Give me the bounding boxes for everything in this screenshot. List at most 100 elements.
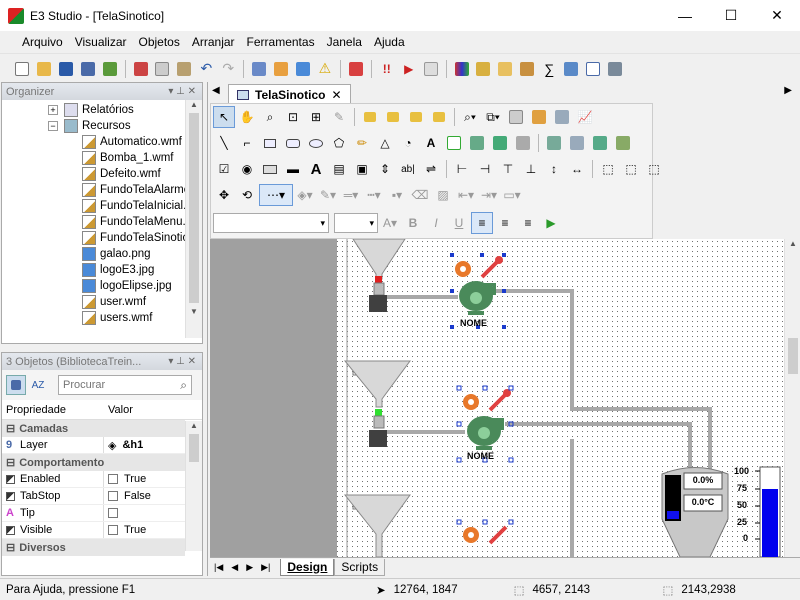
search-icon[interactable]: ⌕ xyxy=(180,378,187,393)
same-size-icon[interactable]: ⬚ xyxy=(643,158,665,180)
italic-icon[interactable]: I xyxy=(425,212,447,234)
book-icon[interactable] xyxy=(561,59,581,79)
tab-scripts[interactable]: Scripts xyxy=(334,558,386,576)
group-dropdown-icon[interactable]: ⧉▾ xyxy=(482,106,504,128)
menu-arquivo[interactable]: Arquivo xyxy=(16,35,69,49)
text-align-left-icon[interactable]: ≡ xyxy=(471,212,493,234)
save-all-icon[interactable] xyxy=(78,59,98,79)
run-script-icon[interactable]: ▶ xyxy=(540,212,562,234)
scroll-up-icon[interactable]: ▲ xyxy=(186,100,202,109)
run-icon[interactable] xyxy=(100,59,120,79)
shadow-icon[interactable]: ▪▾ xyxy=(386,184,408,206)
scroll-thumb[interactable] xyxy=(788,338,798,374)
font-color-icon[interactable]: A▾ xyxy=(379,212,401,234)
library-icon[interactable] xyxy=(452,59,472,79)
font-size-dropdown[interactable]: ▾ xyxy=(334,213,378,233)
zoom-dropdown-icon[interactable]: ⌕▾ xyxy=(459,106,481,128)
bold-icon[interactable]: B xyxy=(402,212,424,234)
property-value[interactable]: &h1 xyxy=(122,439,143,451)
checkbox[interactable] xyxy=(108,491,118,501)
stop-icon[interactable] xyxy=(421,59,441,79)
scroll-tool-icon[interactable]: ⇌ xyxy=(420,158,442,180)
close-button[interactable]: ✕ xyxy=(754,0,800,31)
sort-az-icon[interactable]: AZ xyxy=(28,375,48,395)
copy-icon[interactable] xyxy=(153,59,173,79)
pie-icon[interactable]: ◔ xyxy=(397,132,419,154)
border-icon[interactable]: ▭▾ xyxy=(501,184,523,206)
group-comportamento[interactable]: ⊟ Comportamento xyxy=(2,454,185,471)
undo-icon[interactable]: ↶ xyxy=(196,59,216,79)
connector-icon[interactable] xyxy=(589,132,611,154)
spin-tool-icon[interactable]: ⇕ xyxy=(374,158,396,180)
layers-icon[interactable] xyxy=(566,132,588,154)
library-object-icon[interactable] xyxy=(489,132,511,154)
align-left-icon[interactable]: ⊢ xyxy=(451,158,473,180)
align-top-icon[interactable]: ⊥ xyxy=(520,158,542,180)
forward-icon[interactable] xyxy=(405,106,427,128)
menu-objetos[interactable]: Objetos xyxy=(133,35,186,49)
arrow-start-icon[interactable]: ⇤▾ xyxy=(455,184,477,206)
zoom-fit-icon[interactable]: ⊡ xyxy=(282,106,304,128)
tree-item-file[interactable]: logoE3.jpg xyxy=(82,262,154,278)
tree-item-relatorios[interactable]: + Relatórios xyxy=(48,102,134,118)
close-tab-icon[interactable]: ✕ xyxy=(331,88,341,102)
pen-icon[interactable]: ✏ xyxy=(351,132,373,154)
line-style-icon[interactable]: ┅▾ xyxy=(363,184,385,206)
round-rect-icon[interactable] xyxy=(282,132,304,154)
list-tool-icon[interactable]: ▤ xyxy=(328,158,350,180)
display-icon[interactable] xyxy=(443,132,465,154)
combo-tool-icon[interactable]: ▣ xyxy=(351,158,373,180)
expand-icon[interactable]: + xyxy=(48,105,58,115)
ellipse-icon[interactable] xyxy=(305,132,327,154)
scroll-down-icon[interactable]: ▼ xyxy=(186,307,202,316)
property-row-tip[interactable]: A Tip xyxy=(2,505,185,522)
radio-tool-icon[interactable]: ◉ xyxy=(236,158,258,180)
domain-icon[interactable] xyxy=(474,59,494,79)
hopper-2[interactable] xyxy=(343,360,411,447)
align-center-icon[interactable]: ⊣ xyxy=(474,158,496,180)
design-canvas[interactable]: NOME NOME 0.0% 0.0°C 100 75 50 25 0 ▲ xyxy=(210,239,800,557)
tree-item-file[interactable]: FundoTelaSinotic xyxy=(82,230,188,246)
edit-points-icon[interactable]: ✎ xyxy=(328,106,350,128)
property-search-box[interactable]: ⌕ xyxy=(58,375,192,395)
align-right-icon[interactable]: ⊤ xyxy=(497,158,519,180)
fill-color-icon[interactable]: ◈▾ xyxy=(294,184,316,206)
group-diversos[interactable]: ⊟ Diversos xyxy=(2,539,185,556)
scroll-up-icon[interactable]: ▲ xyxy=(785,239,800,248)
open-icon[interactable] xyxy=(34,59,54,79)
new-icon[interactable] xyxy=(12,59,32,79)
tab-design[interactable]: Design xyxy=(280,558,335,576)
property-row-layer[interactable]: 9 Layer ◈ &h1 xyxy=(2,437,185,454)
group-camadas[interactable]: ⊟ Camadas xyxy=(2,420,185,437)
label-tool-icon[interactable]: A xyxy=(305,158,327,180)
eraser-icon[interactable]: ⌫ xyxy=(409,184,431,206)
property-row-visible[interactable]: Visible True xyxy=(2,522,185,539)
edit-icon[interactable] xyxy=(605,59,625,79)
property-value[interactable]: True xyxy=(124,473,146,485)
column-header-property[interactable]: Propriedade xyxy=(2,404,104,416)
view-icon[interactable] xyxy=(293,59,313,79)
play-icon[interactable]: ▶ xyxy=(399,59,419,79)
line-width-icon[interactable]: ═▾ xyxy=(340,184,362,206)
collapse-icon[interactable]: ⊟ xyxy=(6,456,15,469)
menu-ajuda[interactable]: Ajuda xyxy=(368,35,411,49)
panel-controls[interactable]: ▾ ⊥ ✕ xyxy=(168,86,196,97)
tree-item-file[interactable]: Bomba_1.wmf xyxy=(82,150,174,166)
property-row-enabled[interactable]: Enabled True xyxy=(2,471,185,488)
canvas-vertical-scrollbar[interactable]: ▲ xyxy=(784,239,800,557)
cut-icon[interactable] xyxy=(131,59,151,79)
organizer-scrollbar[interactable]: ▲ ▼ xyxy=(185,100,202,338)
pan-hand-icon[interactable]: ✋ xyxy=(236,106,258,128)
chart-icon[interactable]: 📈 xyxy=(574,106,596,128)
frame-icon[interactable] xyxy=(512,132,534,154)
bar-icon[interactable] xyxy=(528,106,550,128)
minimize-button[interactable]: — xyxy=(662,0,708,31)
underline-icon[interactable]: U xyxy=(448,212,470,234)
slider-tool-icon[interactable]: ▬ xyxy=(282,158,304,180)
rectangle-icon[interactable] xyxy=(259,132,281,154)
nav-prev-icon[interactable]: ◀ xyxy=(231,562,238,573)
menu-visualizar[interactable]: Visualizar xyxy=(69,35,133,49)
bring-front-icon[interactable] xyxy=(359,106,381,128)
window-icon[interactable] xyxy=(583,59,603,79)
font-name-dropdown[interactable]: ▾ xyxy=(213,213,329,233)
